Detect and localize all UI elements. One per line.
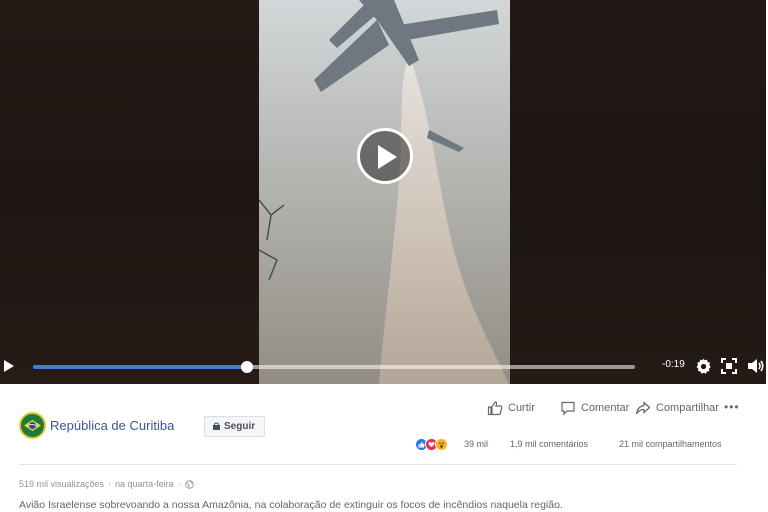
reaction-count[interactable]: 39 mil: [464, 439, 488, 449]
video-letterbox-right: [510, 0, 766, 384]
video-frame: [259, 0, 510, 384]
follow-button[interactable]: Seguir: [204, 416, 266, 437]
more-options-icon[interactable]: •••: [724, 400, 740, 414]
video-controls-bar: -0:19: [0, 352, 766, 384]
follow-icon: [213, 422, 220, 430]
divider: [19, 464, 737, 465]
comment-label: Comentar: [581, 402, 630, 414]
post-meta: 519 mil visualizações · na quarta-feira …: [19, 479, 194, 489]
progress-fill: [33, 365, 247, 369]
post-timestamp[interactable]: na quarta-feira: [115, 479, 174, 489]
post-caption: Avião Israelense sobrevoando a nossa Ama…: [19, 499, 563, 511]
comments-count[interactable]: 1,9 mil comentários: [510, 439, 588, 449]
volume-icon[interactable]: [746, 357, 764, 375]
shares-count[interactable]: 21 mil compartilhamentos: [619, 439, 722, 449]
video-still-airplane-drop: [259, 0, 510, 384]
facebook-video-post: -0:19 República de Curitiba Seguir Curti…: [0, 0, 768, 512]
like-label: Curtir: [508, 402, 535, 414]
share-icon: [635, 401, 651, 415]
progress-scrubber[interactable]: [240, 361, 253, 373]
page-avatar[interactable]: [19, 412, 46, 439]
video-letterbox-left: [0, 0, 259, 384]
reaction-icons[interactable]: [415, 437, 448, 451]
fullscreen-icon[interactable]: [720, 357, 738, 375]
globe-icon: [184, 479, 194, 489]
play-icon[interactable]: [2, 358, 16, 374]
progress-bar[interactable]: [33, 361, 635, 373]
share-label: Compartilhar: [656, 402, 719, 414]
page-name-link[interactable]: República de Curitiba: [50, 418, 174, 433]
follow-label: Seguir: [224, 421, 256, 432]
share-button[interactable]: Compartilhar: [635, 399, 719, 417]
view-count: 519 mil visualizações: [19, 479, 105, 489]
video-player[interactable]: -0:19: [0, 0, 766, 384]
gear-icon[interactable]: [694, 357, 712, 375]
wow-reaction-icon: [435, 437, 448, 451]
comment-icon: [561, 401, 575, 416]
thumbs-up-icon: [487, 401, 503, 416]
meta-separator: ·: [177, 479, 181, 489]
play-overlay-button[interactable]: [357, 128, 413, 184]
page-logo-icon: [21, 414, 44, 437]
comment-button[interactable]: Comentar: [560, 399, 629, 417]
meta-separator: ·: [108, 479, 112, 489]
like-button[interactable]: Curtir: [487, 399, 535, 417]
time-remaining: -0:19: [662, 359, 685, 370]
play-icon: [378, 145, 397, 169]
